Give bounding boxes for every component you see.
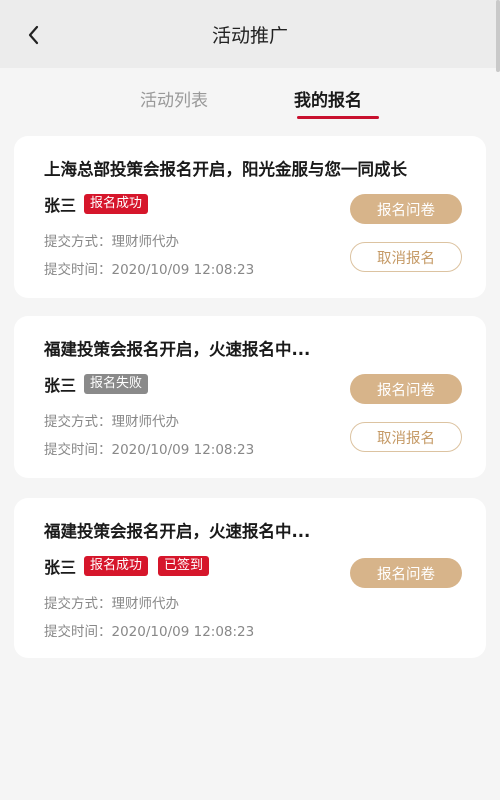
name-row: 张三 报名成功 已签到 — [44, 554, 219, 578]
submit-time: 提交时间：2020/10/09 12:08:23 — [44, 624, 255, 640]
survey-button[interactable]: 报名问卷 — [350, 374, 462, 404]
name-row: 张三 报名失败 — [44, 372, 158, 396]
submit-time: 提交时间：2020/10/09 12:08:23 — [44, 262, 255, 278]
registration-card: 福建投策会报名开启，火速报名中... 张三 报名失败 提交方式：理财师代办 提交… — [14, 316, 486, 478]
registration-card: 福建投策会报名开启，火速报名中... 张三 报名成功 已签到 提交方式：理财师代… — [14, 498, 486, 658]
page-title: 活动推广 — [211, 24, 288, 47]
registration-card: 上海总部投策会报名开启，阳光金服与您一同成长 张三 报名成功 提交方式：理财师代… — [14, 136, 486, 298]
chevron-left-icon — [28, 25, 39, 45]
registrant-name: 张三 — [44, 196, 77, 215]
back-button[interactable] — [18, 20, 48, 50]
registrant-name: 张三 — [44, 558, 77, 577]
submit-method: 提交方式：理财师代办 — [44, 234, 179, 250]
status-badge: 报名成功 — [84, 194, 149, 214]
submit-time: 提交时间：2020/10/09 12:08:23 — [44, 442, 255, 458]
registrant-name: 张三 — [44, 376, 77, 395]
name-row: 张三 报名成功 — [44, 192, 158, 216]
survey-button[interactable]: 报名问卷 — [350, 194, 462, 224]
submit-method: 提交方式：理财师代办 — [44, 414, 179, 430]
submit-method: 提交方式：理财师代办 — [44, 596, 179, 612]
survey-button[interactable]: 报名问卷 — [350, 558, 462, 588]
scrollbar-thumb[interactable] — [496, 0, 500, 72]
active-tab-indicator — [297, 116, 379, 119]
card-title: 福建投策会报名开启，火速报名中... — [44, 340, 311, 359]
card-title: 福建投策会报名开启，火速报名中... — [44, 522, 311, 541]
tab-bar: 活动列表 我的报名 — [0, 68, 500, 126]
cancel-registration-button[interactable]: 取消报名 — [350, 242, 462, 272]
status-badge: 报名失败 — [84, 374, 149, 394]
checked-in-badge: 已签到 — [158, 556, 210, 576]
cancel-registration-button[interactable]: 取消报名 — [350, 422, 462, 452]
card-title: 上海总部投策会报名开启，阳光金服与您一同成长 — [44, 160, 407, 179]
tab-activity-list[interactable]: 活动列表 — [140, 86, 208, 111]
status-badge: 报名成功 — [84, 556, 149, 576]
tab-my-registrations[interactable]: 我的报名 — [294, 86, 362, 111]
top-nav-bar: 活动推广 — [0, 0, 500, 68]
